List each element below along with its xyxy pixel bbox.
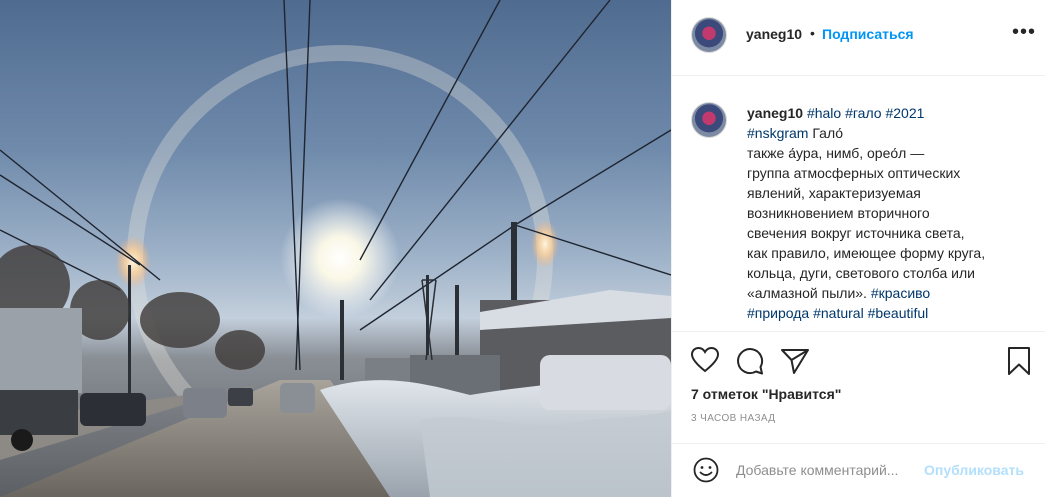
hashtag-beautiful[interactable]: #beautiful [868,305,929,321]
publish-button[interactable]: Опубликовать [924,462,1024,478]
hashtag-priroda[interactable]: #природа [747,305,809,321]
caption-avatar[interactable] [691,102,727,138]
halo-street-scene [0,0,671,497]
hashtag-krasivo[interactable]: #красиво [871,285,930,301]
caption-word: Гало́ [812,125,844,141]
caption-line: также а́ура, нимб, орео́л — [747,145,925,161]
post-caption: yaneg10 #halo #гало #2021 #nskgram Гало́… [672,76,1045,332]
heart-icon[interactable] [690,346,720,378]
caption-line: группа атмосферных оптических [747,165,961,181]
comment-icon[interactable] [736,347,764,380]
post-timestamp[interactable]: 3 часов назад [691,413,775,424]
caption-line: «алмазной пыли». [747,285,867,301]
post-header: yaneg10 • Подписаться ••• [672,0,1045,76]
author-username[interactable]: yaneg10 [746,26,802,42]
left-sundog [115,236,151,288]
caption-text: yaneg10 #halo #гало #2021 #nskgram Гало́… [747,103,1037,323]
post-photo[interactable] [0,0,671,497]
hashtag-nskgram[interactable]: #nskgram [747,125,808,141]
bookmark-icon[interactable] [1007,346,1031,381]
hashtag-galo[interactable]: #гало [845,105,881,121]
hashtag-halo[interactable]: #halo [807,105,841,121]
caption-username[interactable]: yaneg10 [747,105,803,121]
caption-line: как правило, имеющее форму круга, [747,245,986,261]
hashtag-2021[interactable]: #2021 [885,105,924,121]
share-icon[interactable] [780,347,810,380]
author-avatar[interactable] [691,17,727,53]
more-options-icon[interactable]: ••• [1012,22,1036,42]
comment-form: Добавьте комментарий... Опубликовать [672,443,1045,497]
truck [0,308,82,451]
like-count[interactable]: 7 отметок "Нравится" [691,386,841,402]
separator-dot: • [810,25,815,41]
caption-line: явлений, характеризуемая [747,185,921,201]
hashtag-natural[interactable]: #natural [813,305,864,321]
right-sundog [531,220,559,268]
comment-input[interactable]: Добавьте комментарий... [736,462,898,478]
caption-line: возникновением вторичного [747,205,930,221]
follow-button[interactable]: Подписаться [822,26,914,42]
caption-line: кольца, дуги, светового столба или [747,265,975,281]
caption-line: свечения вокруг источника света, [747,225,965,241]
emoji-icon[interactable] [693,457,719,488]
post-side-panel: yaneg10 • Подписаться ••• yaneg10 #halo … [671,0,1045,497]
